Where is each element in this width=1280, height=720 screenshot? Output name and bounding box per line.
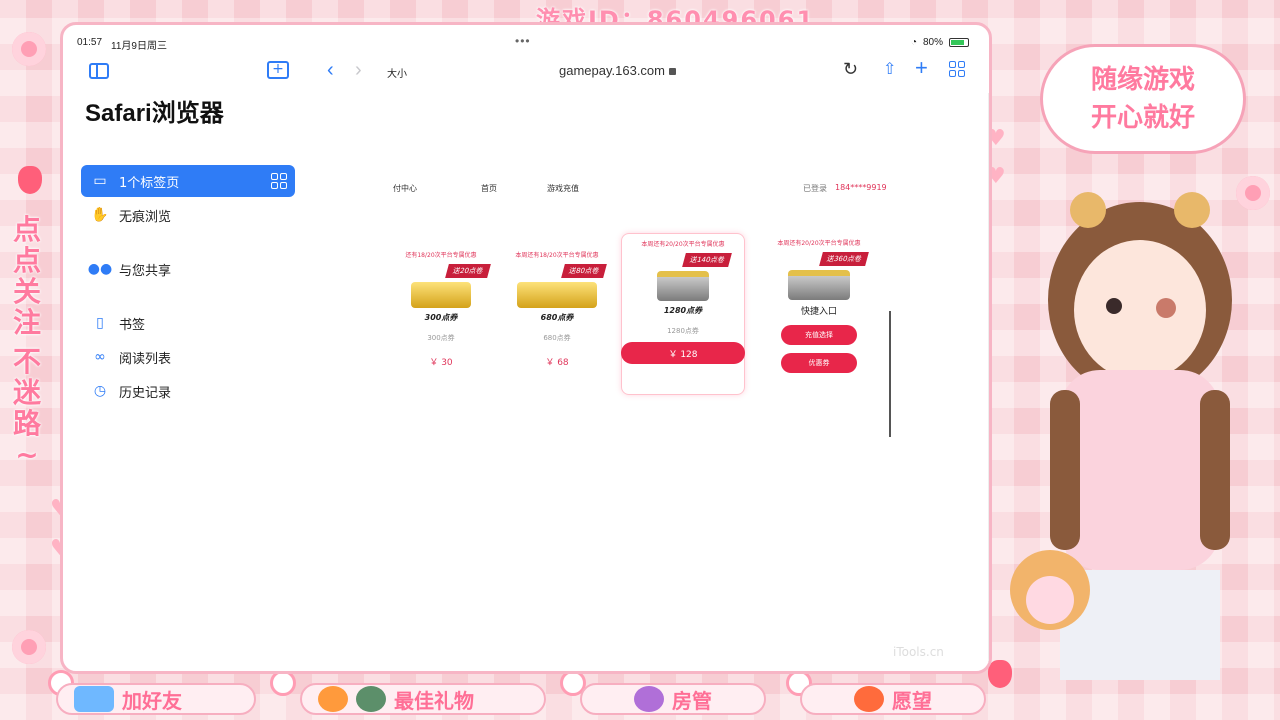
card-promo-text: 本周还有20/20次平台专属优惠 (641, 241, 725, 248)
card-points: 1280点券 (663, 306, 703, 315)
address-bar[interactable]: gamepay.163.com (559, 63, 676, 78)
people-icon: ●● (87, 261, 113, 277)
tab-icon: ▭ (93, 173, 107, 189)
card-bonus-badge: 送140点卷 (681, 253, 732, 267)
scroll-indicator[interactable] (889, 311, 891, 437)
card-bonus-badge: 送80点卷 (561, 264, 607, 278)
ipad-screen: 01:57 11月9日周三 ••• ◔ 80% + Safari浏览器 ▭ 1个… (60, 22, 992, 674)
battery-icon (949, 38, 969, 47)
card-subtitle: 1280点券 (667, 327, 699, 335)
treasure-chest-icon (788, 270, 850, 300)
card-price: ￥ 68 (545, 358, 569, 368)
lucky-cat-icon (854, 686, 884, 712)
browser-area: ‹ › 大小 gamepay.163.com ↻ ⇧ + 付中心 首页 游戏充值… (309, 55, 989, 671)
sidebar-item-private[interactable]: ✋ 无痕浏览 (81, 199, 295, 231)
sidebar-item-bookmarks[interactable]: ▯ 书签 (81, 307, 295, 339)
watermark: iTools.cn (893, 645, 944, 659)
treasure-chest-icon (657, 271, 709, 301)
sidebar-item-tabs[interactable]: ▭ 1个标签页 (81, 165, 295, 197)
anime-character-illustration (1010, 192, 1232, 680)
multitasking-dots-icon[interactable]: ••• (515, 34, 531, 48)
back-icon[interactable]: ‹ (327, 59, 334, 82)
status-time: 01:57 (77, 37, 103, 48)
card-points: 300点券 (424, 313, 458, 322)
card-promo-text: 本周还有20/20次平台专属优惠 (777, 240, 861, 247)
product-card-selected[interactable]: 本周还有20/20次平台专属优惠 送140点卷 1280点券 1280点券 ￥ … (621, 233, 745, 395)
safari-sidebar: + Safari浏览器 ▭ 1个标签页 ✋ 无痕浏览 ●● 与您共享 ▯ 书签 … (63, 55, 309, 671)
battery-percent: 80% (922, 37, 943, 48)
clock-icon: ◷ (93, 383, 107, 399)
sidebar-toggle-icon[interactable] (89, 63, 109, 79)
plant-gift-icon (356, 686, 386, 712)
card-bonus-badge: 送360点卷 (818, 252, 869, 266)
wing-icon (634, 686, 664, 712)
room-admin-button[interactable]: 房管 (580, 683, 766, 715)
new-tab-group-icon[interactable]: + (267, 61, 289, 79)
browser-toolbar: ‹ › 大小 gamepay.163.com ↻ ⇧ + (309, 55, 989, 87)
buy-button[interactable]: ￥ 128 (621, 342, 745, 364)
sidebar-title: Safari浏览器 (85, 100, 224, 127)
page-size-button[interactable]: 大小 (387, 65, 407, 80)
best-gift-label: 最佳礼物 (394, 688, 474, 713)
strawberry-icon (18, 166, 42, 194)
fire-gift-icon (318, 686, 348, 712)
nav-home[interactable]: 首页 (481, 183, 497, 194)
follow-reminder-text: 点 点 关 注 不 迷 路 ~ (12, 213, 41, 471)
nav-payment-center[interactable]: 付中心 (393, 183, 417, 194)
sidebar-item-shared[interactable]: ●● 与您共享 (81, 253, 295, 285)
bookmark-icon: ▯ (96, 315, 104, 331)
nav-game-recharge[interactable]: 游戏充值 (547, 183, 579, 194)
room-admin-label: 房管 (672, 688, 712, 713)
sidebar-item-label: 历史记录 (119, 385, 172, 401)
hand-icon: ✋ (91, 207, 109, 223)
streamer-bubble: 随缘游戏 开心就好 (1040, 44, 1246, 154)
sidebar-item-label: 与您共享 (119, 263, 172, 279)
status-bar: 01:57 11月9日周三 ••• ◔ 80% (63, 25, 989, 59)
forward-icon[interactable]: › (355, 59, 362, 82)
wish-label: 愿望 (892, 688, 932, 713)
sidebar-item-reading-list[interactable]: ∞ 阅读列表 (81, 341, 295, 373)
product-card[interactable]: 还有18/20次平台专属优惠 送20点卷 300点券 300点券 ￥ 30 (379, 245, 503, 401)
wifi-icon: ◔ (910, 37, 917, 48)
card-points: 680点券 (540, 313, 574, 322)
sidebar-item-history[interactable]: ◷ 历史记录 (81, 375, 295, 407)
login-status-label: 已登录 (803, 184, 827, 193)
lock-icon (669, 68, 676, 75)
web-content: 付中心 首页 游戏充值 已登录 184****9919 还有18/20次平台专属… (309, 93, 989, 663)
sidebar-item-label: 阅读列表 (119, 351, 172, 367)
add-friend-icon (74, 686, 114, 712)
flower-decoration-icon (12, 630, 46, 664)
reload-icon[interactable]: ↻ (843, 59, 858, 80)
add-friend-label: 加好友 (122, 688, 182, 713)
flower-decoration-icon (12, 32, 46, 66)
card-promo-text: 还有18/20次平台专属优惠 (405, 252, 477, 259)
product-card[interactable]: 本周还有18/20次平台专属优惠 送80点卷 680点券 680点券 ￥ 68 (495, 245, 619, 401)
share-icon[interactable]: ⇧ (883, 59, 896, 79)
sidebar-item-label: 1个标签页 (119, 175, 180, 191)
login-user[interactable]: 184****9919 (835, 183, 887, 192)
card-subtitle: 300点券 (427, 334, 455, 342)
glasses-icon: ∞ (94, 349, 106, 365)
sidebar-item-label: 无痕浏览 (119, 209, 172, 225)
status-indicators: ◔ 80% (911, 37, 969, 48)
coupon-button[interactable]: 优惠券 (781, 353, 857, 373)
add-friend-button[interactable]: 加好友 (56, 683, 256, 715)
new-tab-icon[interactable]: + (915, 55, 928, 81)
card-promo-text: 本周还有18/20次平台专属优惠 (515, 252, 599, 259)
tab-overview-icon[interactable] (271, 173, 287, 189)
gold-bars-icon (411, 282, 471, 308)
card-subtitle: 680点券 (543, 334, 571, 342)
tab-overview-icon[interactable] (949, 61, 965, 77)
recharge-select-button[interactable]: 充值选择 (781, 325, 857, 345)
status-date: 11月9日周三 (111, 41, 167, 52)
quick-entry-title: 快捷入口 (800, 307, 837, 317)
url-text: gamepay.163.com (559, 63, 665, 78)
wish-button[interactable]: 愿望 (800, 683, 986, 715)
best-gift-button[interactable]: 最佳礼物 (300, 683, 546, 715)
card-price: ￥ 30 (429, 358, 453, 368)
sidebar-item-label: 书签 (119, 317, 146, 333)
card-bonus-badge: 送20点卷 (445, 264, 491, 278)
gold-bars-icon (517, 282, 597, 308)
quick-entry-card: 本周还有20/20次平台专属优惠 送360点卷 快捷入口 充值选择 优惠券 (757, 233, 881, 423)
